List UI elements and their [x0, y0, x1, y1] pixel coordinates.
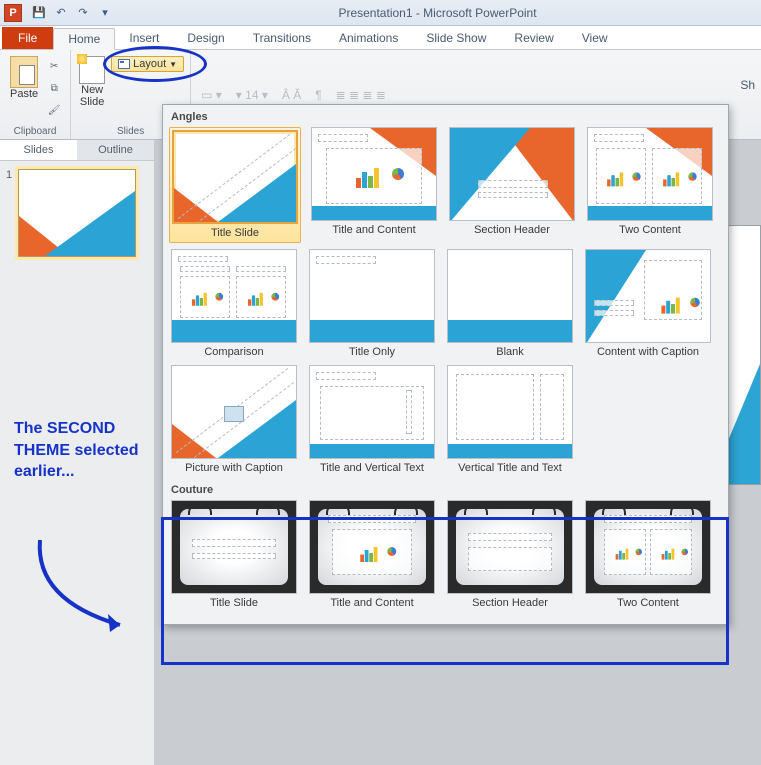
layout-couture-title-slide[interactable]: Title Slide: [169, 500, 299, 610]
new-slide-button[interactable]: New Slide: [77, 54, 107, 110]
layout-label: Section Header: [470, 594, 550, 610]
clipboard-group-label: Clipboard: [14, 124, 57, 137]
layout-title-vertical-text[interactable]: Title and Vertical Text: [307, 365, 437, 475]
cut-icon[interactable]: ✂: [44, 56, 64, 76]
paste-button[interactable]: Paste: [6, 54, 42, 120]
tab-slideshow[interactable]: Slide Show: [412, 27, 500, 49]
tab-design[interactable]: Design: [173, 27, 238, 49]
layout-label: Title and Vertical Text: [318, 459, 426, 475]
paste-label: Paste: [10, 88, 38, 100]
shapes-peek: Sh: [740, 78, 755, 92]
layout-label: Two Content: [615, 594, 681, 610]
copy-icon[interactable]: ⧉: [44, 78, 64, 98]
tab-home[interactable]: Home: [53, 28, 115, 50]
qat-dropdown-icon[interactable]: ▾: [96, 4, 114, 22]
layout-two-content[interactable]: Two Content: [585, 127, 715, 243]
layout-label: Title Slide: [209, 224, 261, 240]
layout-button[interactable]: Layout ▼: [111, 56, 184, 72]
new-slide-label: New Slide: [80, 84, 104, 108]
annotation-text: The SECOND THEME selected earlier...: [14, 418, 144, 483]
tab-view[interactable]: View: [568, 27, 622, 49]
layout-label: Title and Content: [330, 221, 417, 237]
layout-couture-title-content[interactable]: Title and Content: [307, 500, 437, 610]
tab-file[interactable]: File: [2, 27, 53, 49]
layout-label: Title Only: [347, 343, 397, 359]
clipboard-group: Paste ✂ ⧉ 🖌 Clipboard: [0, 50, 71, 139]
layout-couture-section-header[interactable]: Section Header: [445, 500, 575, 610]
gallery-section-angles: Angles: [167, 109, 724, 127]
layout-title-slide[interactable]: Title Slide: [169, 127, 301, 243]
slide-number: 1: [6, 169, 12, 257]
slide-thumb: [18, 169, 136, 257]
layout-title-only[interactable]: Title Only: [307, 249, 437, 359]
slides-group-label: Slides: [117, 124, 144, 137]
layout-label: Title Slide: [208, 594, 260, 610]
format-painter-icon[interactable]: 🖌: [44, 100, 64, 120]
quick-access-toolbar: 💾 ↶ ↷ ▾: [30, 4, 114, 22]
slides-tab[interactable]: Slides: [0, 140, 77, 160]
tab-transitions[interactable]: Transitions: [239, 27, 325, 49]
layout-label: Two Content: [617, 221, 683, 237]
layout-section-header[interactable]: Section Header: [447, 127, 577, 243]
save-icon[interactable]: 💾: [30, 4, 48, 22]
layout-label: Picture with Caption: [183, 459, 285, 475]
layout-comparison[interactable]: Comparison: [169, 249, 299, 359]
slide-thumbnail-1[interactable]: 1: [0, 161, 154, 265]
paste-icon: [10, 56, 38, 88]
layout-label: Content with Caption: [595, 343, 701, 359]
gallery-grid-couture: Title Slide Title and Content Section He…: [167, 500, 724, 616]
chevron-down-icon: ▼: [169, 60, 177, 69]
tab-review[interactable]: Review: [500, 27, 567, 49]
layout-couture-two-content[interactable]: Two Content: [583, 500, 713, 610]
new-slide-icon: [79, 56, 105, 84]
redo-icon[interactable]: ↷: [74, 4, 92, 22]
layout-content-with-caption[interactable]: Content with Caption: [583, 249, 713, 359]
gallery-grid-angles: Title Slide Title and Content Section He…: [167, 127, 724, 482]
layout-label: Blank: [494, 343, 526, 359]
layout-picture-with-caption[interactable]: Picture with Caption: [169, 365, 299, 475]
layout-label: Section Header: [472, 221, 552, 237]
layout-gallery: Angles Title Slide Title and Content Sec…: [162, 104, 729, 625]
gallery-section-couture: Couture: [167, 482, 724, 500]
layout-vertical-title-text[interactable]: Vertical Title and Text: [445, 365, 575, 475]
undo-icon[interactable]: ↶: [52, 4, 70, 22]
tab-insert[interactable]: Insert: [115, 27, 173, 49]
layout-label: Title and Content: [328, 594, 415, 610]
outline-tab[interactable]: Outline: [77, 140, 154, 160]
title-bar: P 💾 ↶ ↷ ▾ Presentation1 - Microsoft Powe…: [0, 0, 761, 26]
layout-label: Comparison: [202, 343, 265, 359]
window-title: Presentation1 - Microsoft PowerPoint: [114, 6, 761, 20]
layout-icon: [118, 59, 130, 69]
tab-animations[interactable]: Animations: [325, 27, 412, 49]
layout-label: Layout: [133, 58, 166, 70]
layout-title-and-content[interactable]: Title and Content: [309, 127, 439, 243]
layout-label: Vertical Title and Text: [456, 459, 564, 475]
app-icon: P: [4, 4, 22, 22]
layout-blank[interactable]: Blank: [445, 249, 575, 359]
ribbon-tabs: File Home Insert Design Transitions Anim…: [0, 26, 761, 50]
